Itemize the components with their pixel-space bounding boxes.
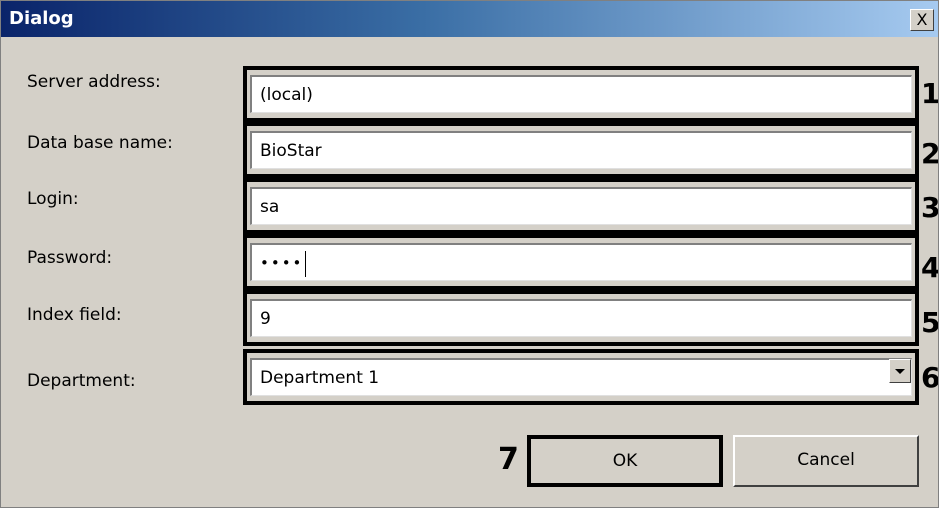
dialog-title: Dialog [9,8,74,29]
department-label: Department: [27,371,136,391]
index-field-input[interactable]: 9 [250,299,912,337]
marker-6: 6 [921,361,939,394]
marker-4: 4 [921,251,939,284]
login-label: Login: [27,189,79,209]
database-name-frame: BioStar [243,122,919,178]
marker-2: 2 [921,137,939,170]
chevron-down-icon[interactable] [889,359,911,383]
close-button[interactable]: X [910,9,934,31]
login-frame: sa [243,178,919,234]
title-bar: Dialog X [1,1,938,37]
dialog-window: Dialog X Server address: (local) 1 Data … [0,0,939,508]
server-address-frame: (local) [243,66,919,122]
marker-5: 5 [921,306,939,339]
department-selected-value: Department 1 [260,368,380,388]
marker-7: 7 [498,442,519,477]
server-address-input[interactable]: (local) [250,75,912,113]
login-input[interactable]: sa [250,187,912,225]
ok-button[interactable]: OK [527,435,723,487]
cancel-button[interactable]: Cancel [733,435,919,487]
index-field-label: Index field: [27,305,122,325]
database-name-label: Data base name: [27,133,173,153]
password-input[interactable]: •••• [250,243,912,281]
password-frame: •••• [243,234,919,290]
marker-3: 3 [921,191,939,224]
marker-1: 1 [921,77,939,110]
password-mask: •••• [260,254,304,272]
text-caret [305,250,307,277]
department-frame: Department 1 [243,349,919,405]
server-address-label: Server address: [27,72,161,92]
database-name-input[interactable]: BioStar [250,131,912,169]
password-label: Password: [27,248,113,268]
department-select[interactable]: Department 1 [250,358,912,396]
index-field-frame: 9 [243,290,919,346]
